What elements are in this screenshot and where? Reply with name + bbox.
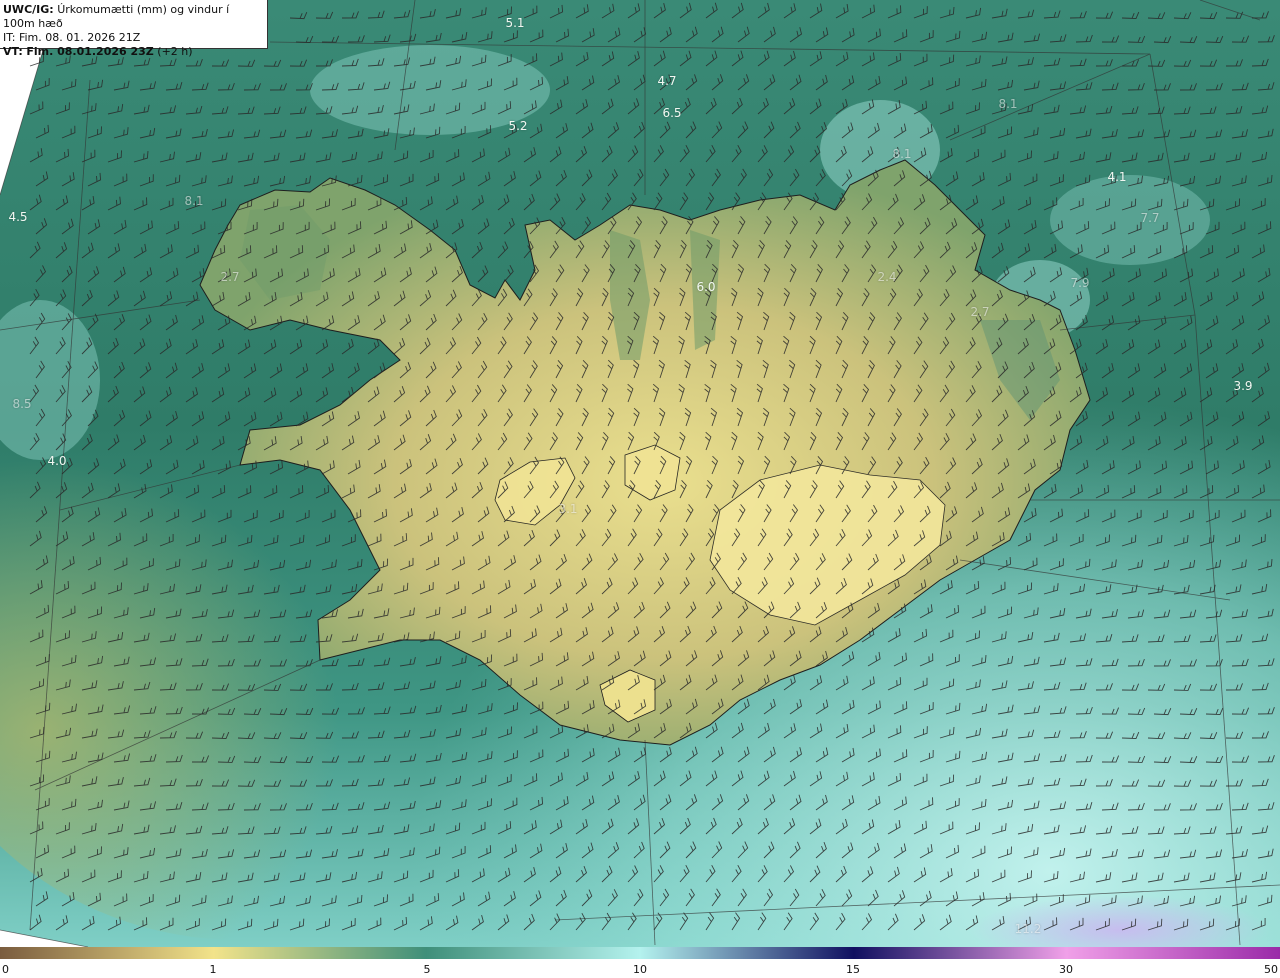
colorbar-tick: 10 xyxy=(633,963,647,976)
precipitation-colorbar: 0 1 5 10 15 30 50 xyxy=(0,947,1280,978)
colorbar-tick: 1 xyxy=(209,963,217,976)
map-value-label: 8.1 xyxy=(184,194,204,208)
map-value-label: 6.5 xyxy=(662,106,682,120)
map-value-label: 8.1 xyxy=(998,97,1018,111)
colorbar-tick: 50 xyxy=(1264,963,1278,976)
map-value-label: 11.2 xyxy=(1014,922,1042,936)
valid-time-offset: (+2 h) xyxy=(157,45,193,58)
colorbar-tick: 0 xyxy=(2,963,9,976)
map-value-label: 8.1 xyxy=(892,147,912,161)
map-value-label: 5.1 xyxy=(505,16,525,30)
map-value-label: 2.7 xyxy=(970,305,990,319)
map-value-label: 7.7 xyxy=(1140,211,1160,225)
map-value-label: 4.0 xyxy=(47,454,67,468)
map-value-label: 6.0 xyxy=(696,280,716,294)
product-code: UWC/IG: xyxy=(3,3,54,16)
weather-map xyxy=(0,0,1280,947)
map-value-label: 3.1 xyxy=(558,502,578,516)
map-value-label: 2.7 xyxy=(220,270,240,284)
map-value-label: 4.7 xyxy=(657,74,677,88)
colorbar-tick: 15 xyxy=(846,963,860,976)
map-value-label: 3.9 xyxy=(1233,379,1253,393)
map-value-label: 8.5 xyxy=(12,397,32,411)
colorbar-gradient xyxy=(0,947,1280,959)
map-value-label: 7.9 xyxy=(1070,276,1090,290)
map-value-label: 2.4 xyxy=(877,270,897,284)
valid-time-prefix: VT: xyxy=(3,45,23,58)
colorbar-tick: 5 xyxy=(423,963,431,976)
colorbar-tick: 30 xyxy=(1059,963,1073,976)
forecast-info-box: UWC/IG: Úrkomumætti (mm) og vindur í 100… xyxy=(0,0,268,58)
map-value-label: 4.1 xyxy=(1107,170,1127,184)
initial-time: IT: Fim. 08. 01. 2026 21Z xyxy=(3,31,141,44)
map-value-label: 5.2 xyxy=(508,119,528,133)
map-value-label: 4.5 xyxy=(8,210,28,224)
valid-time: Fim. 08.01.2026 23Z xyxy=(26,45,154,58)
